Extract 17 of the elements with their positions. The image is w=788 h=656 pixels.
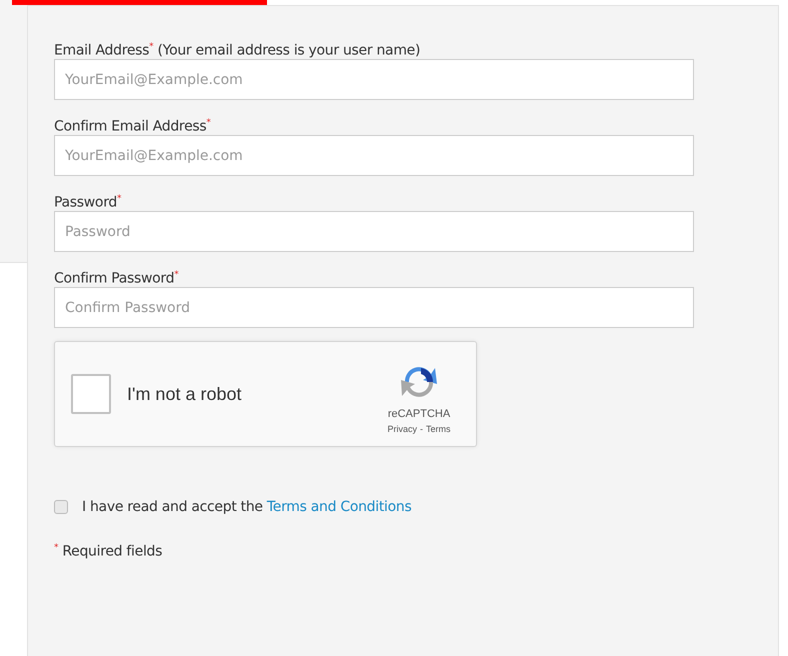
input-field[interactable]: YourEmail@Example.com — [54, 59, 694, 100]
field-label: Email Address$^{*}$ (Your email address is your user name) — [54, 41, 422, 57]
input-field[interactable]: Password — [54, 211, 694, 252]
field-label: Password$^{*}$ — [54, 193, 122, 209]
captcha-label: I'm not a robot — [127, 384, 242, 404]
field-label: Confirm Email Address$^{*}$ — [54, 117, 212, 133]
terms-checkbox[interactable] — [54, 500, 68, 514]
captcha-brand: reCAPTCHA — [388, 408, 450, 420]
terms-text: I have read and accept the Terms and Conditions — [82, 499, 412, 515]
terms-link[interactable]: Terms — [426, 424, 450, 434]
privacy-link[interactable]: Privacy — [387, 424, 417, 434]
captcha-checkbox[interactable] — [71, 374, 111, 414]
input-field[interactable]: Confirm Password — [54, 287, 694, 328]
field-label: Confirm Password$^{*}$ — [54, 269, 180, 285]
input-field[interactable]: YourEmail@Example.com — [54, 135, 694, 176]
required-note: $^{*}$ Required fields — [54, 543, 164, 560]
link-separator: - — [420, 424, 423, 434]
